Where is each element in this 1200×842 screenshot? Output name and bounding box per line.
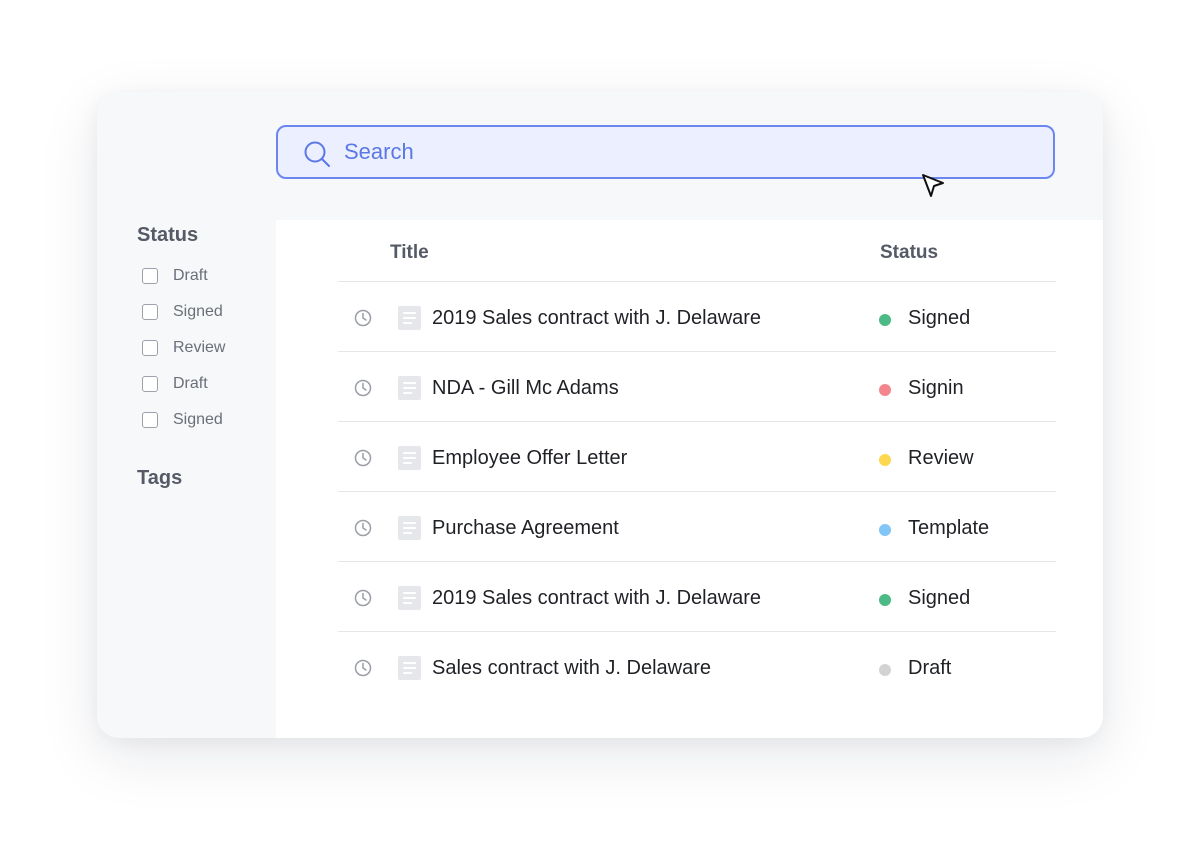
status-dot (879, 384, 891, 396)
filter-label: Signed (173, 303, 223, 320)
document-title[interactable]: Employee Offer Letter (432, 447, 627, 470)
document-title[interactable]: Purchase Agreement (432, 517, 619, 540)
filter-label: Draft (173, 267, 208, 284)
document-status: Signed (908, 307, 971, 329)
status-dot (879, 454, 891, 466)
status-filter-heading: Status (137, 224, 199, 246)
status-dot (879, 594, 891, 606)
clock-icon[interactable] (354, 519, 372, 537)
tags-filter-heading[interactable]: Tags (137, 467, 182, 490)
checkbox[interactable] (142, 376, 158, 392)
document-title[interactable]: 2019 Sales contract with J. Delaware (432, 587, 761, 610)
document-icon (398, 306, 421, 330)
document-icon (398, 586, 421, 610)
table-row[interactable]: 2019 Sales contract with J. Delaware Sig… (338, 282, 1056, 352)
documents-table: Title Status 2019 Sales contract with J.… (276, 220, 1103, 738)
clock-icon[interactable] (354, 449, 372, 467)
clock-icon[interactable] (354, 589, 372, 607)
column-header-title[interactable]: Title (390, 242, 429, 264)
search-input[interactable] (344, 136, 1004, 168)
status-filter-option[interactable]: Draft (142, 374, 208, 394)
status-filter-option[interactable]: Draft (142, 266, 208, 286)
status-filter-option[interactable]: Signed (142, 302, 223, 322)
status-filter-option[interactable]: Signed (142, 410, 223, 430)
clock-icon[interactable] (354, 659, 372, 677)
document-status: Template (908, 517, 990, 539)
status-dot (879, 524, 891, 536)
document-status: Review (908, 447, 974, 469)
search-icon (304, 141, 330, 167)
filter-label: Signed (173, 411, 223, 428)
document-icon (398, 516, 421, 540)
app-window: Status Draft Signed Review Draft Signed … (97, 92, 1103, 738)
document-status: Signin (908, 377, 964, 399)
table-row[interactable]: Employee Offer Letter Review (338, 422, 1056, 492)
checkbox[interactable] (142, 304, 158, 320)
status-filter-option[interactable]: Review (142, 338, 225, 358)
document-title[interactable]: Sales contract with J. Delaware (432, 657, 711, 680)
table-row[interactable]: Purchase Agreement Template (338, 492, 1056, 562)
document-status: Signed (908, 587, 971, 609)
table-row[interactable]: Sales contract with J. Delaware Draft (338, 632, 1056, 702)
filter-label: Review (173, 339, 226, 356)
checkbox[interactable] (142, 412, 158, 428)
document-title[interactable]: NDA - Gill Mc Adams (432, 377, 619, 400)
search-bar[interactable] (276, 125, 1055, 179)
document-title[interactable]: 2019 Sales contract with J. Delaware (432, 307, 761, 330)
table-row[interactable]: NDA - Gill Mc Adams Signin (338, 352, 1056, 422)
document-icon (398, 376, 421, 400)
table-row[interactable]: 2019 Sales contract with J. Delaware Sig… (338, 562, 1056, 632)
table-header: Title Status (338, 220, 1056, 282)
document-icon (398, 446, 421, 470)
document-icon (398, 656, 421, 680)
cursor-arrow-icon (922, 174, 944, 197)
checkbox[interactable] (142, 268, 158, 284)
filter-label: Draft (173, 375, 208, 392)
clock-icon[interactable] (354, 309, 372, 327)
status-dot (879, 314, 891, 326)
checkbox[interactable] (142, 340, 158, 356)
clock-icon[interactable] (354, 379, 372, 397)
status-dot (879, 664, 891, 676)
column-header-status[interactable]: Status (880, 242, 938, 264)
document-status: Draft (908, 657, 952, 679)
